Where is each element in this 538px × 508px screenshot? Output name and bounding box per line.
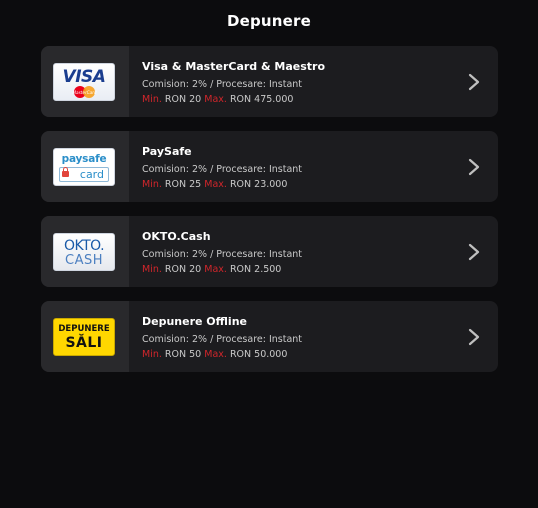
visa-mastercard-logo: VISA MasterCard	[53, 63, 115, 101]
chevron-right-icon[interactable]	[468, 328, 480, 346]
method-name: Depunere Offline	[142, 315, 247, 328]
min-value: RON 20	[164, 264, 202, 275]
method-name: OKTO.Cash	[142, 230, 211, 243]
paysafecard-logo: paysafe card	[53, 148, 115, 186]
min-value: RON 25	[164, 179, 202, 190]
min-label: Min.	[142, 264, 162, 275]
method-info: OKTO.Cash Comision: 2% / Procesare: Inst…	[142, 230, 302, 277]
chevron-right-icon[interactable]	[468, 243, 480, 261]
method-info: PaySafe Comision: 2% / Procesare: Instan…	[142, 145, 302, 192]
logo-area: paysafe card	[41, 131, 129, 202]
method-info: Depunere Offline Comision: 2% / Procesar…	[142, 315, 302, 362]
logo-subtext: SĂLI	[65, 335, 103, 351]
max-value: RON 475.000	[229, 94, 294, 105]
logo-text: DEPUNERE	[58, 324, 110, 334]
max-label: Max.	[204, 264, 227, 275]
payment-method-visa-mastercard[interactable]: VISA MasterCard Visa & MasterCard & Maes…	[41, 46, 498, 117]
mastercard-icon: MasterCard	[72, 86, 97, 98]
logo-text: paysafe	[61, 153, 107, 165]
payment-method-list: VISA MasterCard Visa & MasterCard & Maes…	[41, 46, 498, 386]
chevron-right-icon[interactable]	[468, 158, 480, 176]
method-limits: Min. RON 20 Max. RON 475.000	[142, 92, 325, 107]
min-label: Min.	[142, 94, 162, 105]
min-label: Min.	[142, 179, 162, 190]
max-label: Max.	[204, 94, 227, 105]
max-value: RON 23.000	[229, 179, 288, 190]
min-label: Min.	[142, 349, 162, 360]
logo-area: OKTO. CASH	[41, 216, 129, 287]
method-limits: Min. RON 20 Max. RON 2.500	[142, 262, 302, 277]
logo-text: VISA	[62, 67, 106, 87]
lock-icon	[62, 167, 69, 177]
method-limits: Min. RON 50 Max. RON 50.000	[142, 347, 302, 362]
method-fee: Comision: 2% / Procesare: Instant	[142, 334, 303, 345]
payment-method-paysafe[interactable]: paysafe card PaySafe Comision: 2% / Proc…	[41, 131, 498, 202]
okto-cash-logo: OKTO. CASH	[53, 233, 115, 271]
method-name: Visa & MasterCard & Maestro	[142, 60, 326, 73]
chevron-right-icon[interactable]	[468, 73, 480, 91]
min-value: RON 20	[164, 94, 202, 105]
method-info: Visa & MasterCard & Maestro Comision: 2%…	[142, 60, 325, 107]
logo-area: DEPUNERE SĂLI	[41, 301, 129, 372]
depunere-sali-logo: DEPUNERE SĂLI	[53, 318, 115, 356]
method-fee: Comision: 2% / Procesare: Instant	[142, 249, 303, 260]
method-fee: Comision: 2% / Procesare: Instant	[142, 164, 303, 175]
logo-area: VISA MasterCard	[41, 46, 129, 117]
payment-method-okto-cash[interactable]: OKTO. CASH OKTO.Cash Comision: 2% / Proc…	[41, 216, 498, 287]
max-label: Max.	[204, 349, 227, 360]
max-label: Max.	[204, 179, 227, 190]
method-fee: Comision: 2% / Procesare: Instant	[142, 79, 303, 90]
max-value: RON 2.500	[229, 264, 282, 275]
logo-text: OKTO.	[63, 238, 105, 254]
min-value: RON 50	[164, 349, 202, 360]
payment-method-depunere-offline[interactable]: DEPUNERE SĂLI Depunere Offline Comision:…	[41, 301, 498, 372]
method-limits: Min. RON 25 Max. RON 23.000	[142, 177, 302, 192]
page-title: Depunere	[226, 12, 312, 30]
max-value: RON 50.000	[229, 349, 288, 360]
logo-subtext: CASH	[65, 253, 103, 268]
method-name: PaySafe	[142, 145, 192, 158]
logo-subtext: MasterCard	[72, 90, 97, 95]
